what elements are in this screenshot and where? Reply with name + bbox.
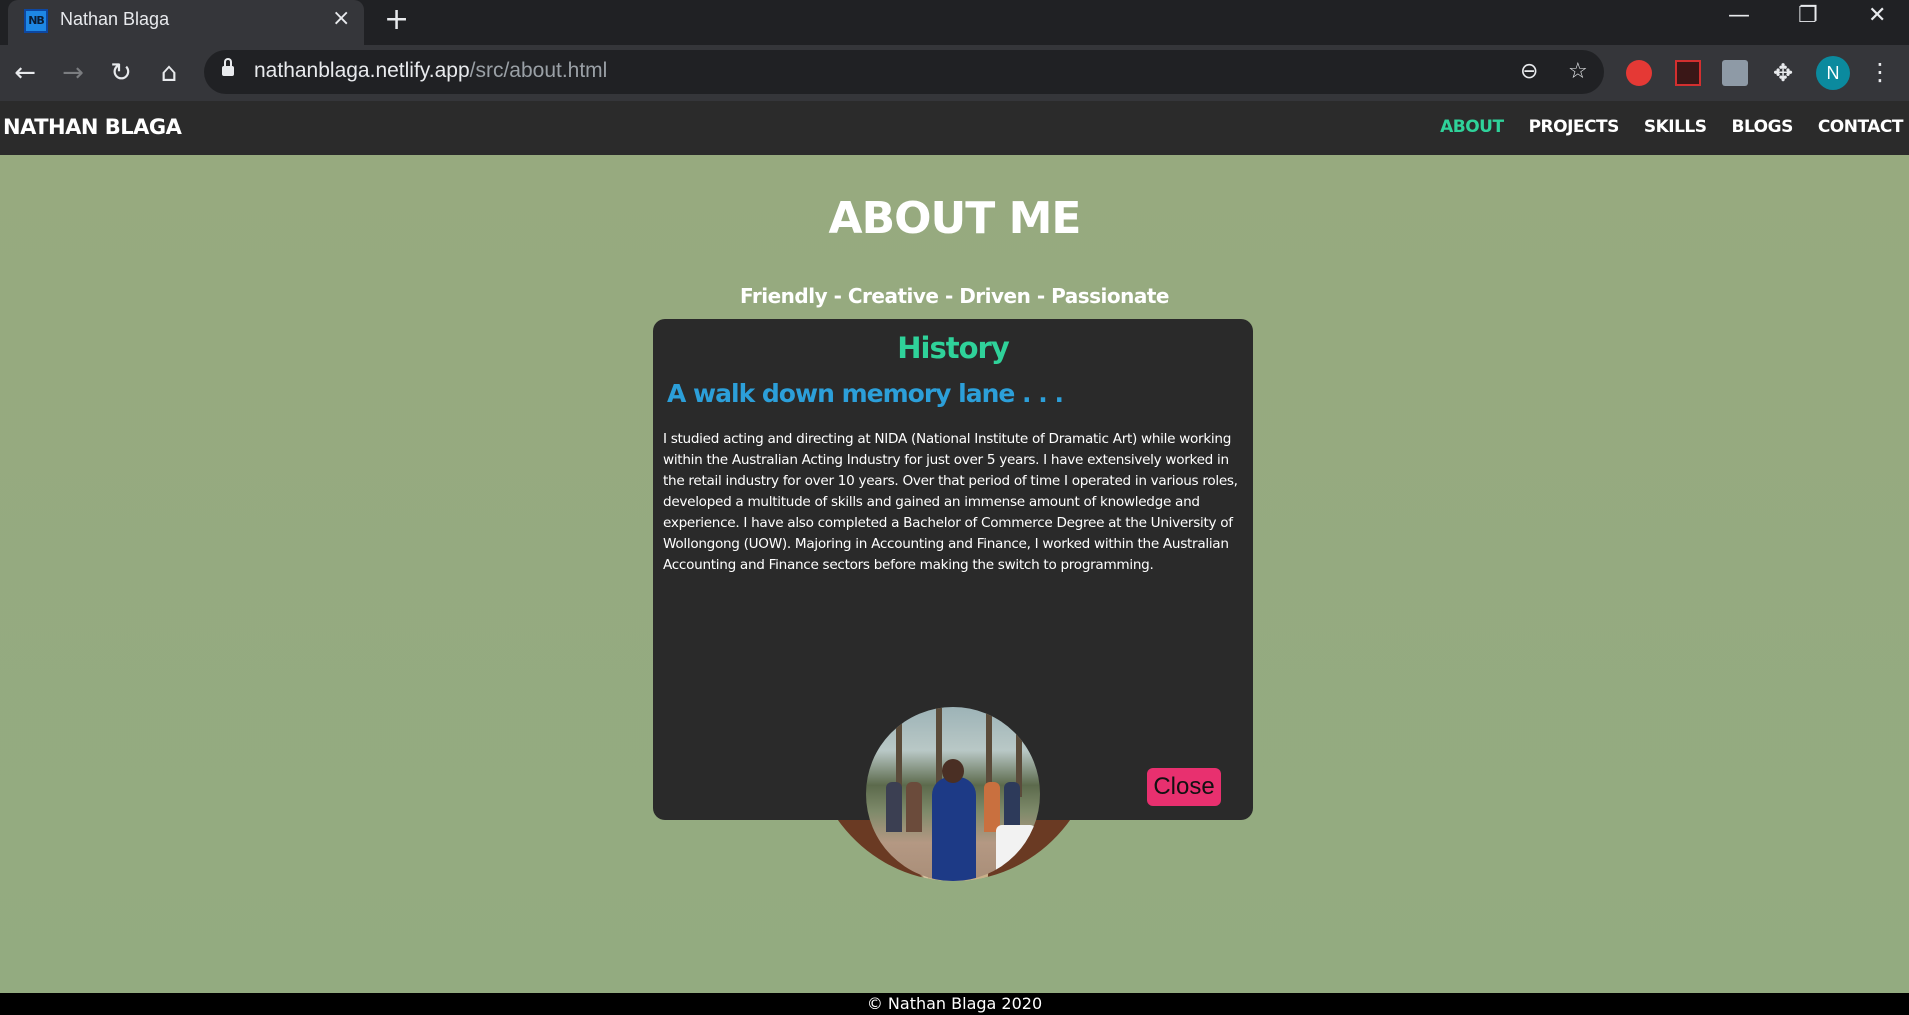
adblock-extension-icon[interactable] — [1626, 60, 1652, 86]
zoom-icon[interactable]: ⊖ — [1520, 59, 1538, 85]
modal-subtitle: A walk down memory lane . . . — [667, 379, 1064, 408]
graduation-photo — [866, 707, 1040, 881]
bookmark-star-icon[interactable]: ☆ — [1568, 59, 1588, 85]
history-modal: History A walk down memory lane . . . I … — [653, 319, 1253, 881]
reload-icon[interactable]: ↻ — [104, 56, 138, 90]
lock-icon[interactable] — [222, 58, 234, 77]
site-nav-links: ABOUT PROJECTS SKILLS BLOGS CONTACT — [1440, 117, 1903, 137]
address-bar[interactable]: nathanblaga.netlify.app/src/about.html ⊖… — [204, 50, 1604, 94]
site-favicon-icon: NB — [24, 9, 48, 33]
nav-link-blogs[interactable]: BLOGS — [1731, 117, 1793, 137]
page-title: ABOUT ME — [828, 193, 1082, 244]
window-close-icon[interactable]: ✕ — [1868, 2, 1886, 30]
browser-toolbar: ← → ↻ ⌂ nathanblaga.netlify.app/src/abou… — [0, 45, 1909, 101]
restore-icon[interactable]: ❐ — [1798, 2, 1818, 30]
modal-title: History — [897, 331, 1009, 365]
back-icon[interactable]: ← — [8, 56, 42, 90]
nav-link-about[interactable]: ABOUT — [1440, 117, 1504, 137]
nav-link-skills[interactable]: SKILLS — [1644, 117, 1707, 137]
site-navbar: NATHAN BLAGA ABOUT PROJECTS SKILLS BLOGS… — [0, 101, 1909, 155]
print-extension-icon[interactable] — [1722, 60, 1748, 86]
url-path: /src/about.html — [469, 59, 608, 82]
nav-link-contact[interactable]: CONTACT — [1818, 117, 1904, 137]
tab-title: Nathan Blaga — [60, 9, 170, 29]
forward-icon[interactable]: → — [56, 56, 90, 90]
web-page: NATHAN BLAGA ABOUT PROJECTS SKILLS BLOGS… — [0, 101, 1909, 1015]
profile-avatar[interactable]: N — [1816, 56, 1850, 90]
new-tab-icon[interactable]: + — [384, 4, 409, 36]
pdf-extension-icon[interactable] — [1675, 60, 1701, 86]
extensions-puzzle-icon[interactable]: ✥ — [1770, 60, 1796, 86]
site-footer: © Nathan Blaga 2020 — [0, 993, 1909, 1015]
browser-tab[interactable]: NB Nathan Blaga × — [8, 0, 364, 45]
home-icon[interactable]: ⌂ — [152, 56, 186, 90]
close-button[interactable]: Close — [1147, 768, 1221, 806]
site-brand[interactable]: NATHAN BLAGA — [3, 115, 182, 139]
tab-close-icon[interactable]: × — [332, 7, 350, 31]
modal-body-text: I studied acting and directing at NIDA (… — [663, 431, 1238, 573]
browser-tab-bar: NB Nathan Blaga × + — ❐ ✕ — [0, 0, 1909, 45]
tagline: Friendly - Creative - Driven - Passionat… — [740, 284, 1169, 308]
browser-menu-icon[interactable]: ⋮ — [1868, 55, 1892, 89]
url-host: nathanblaga.netlify.app — [254, 59, 470, 82]
nav-link-projects[interactable]: PROJECTS — [1529, 117, 1620, 137]
url-text[interactable]: nathanblaga.netlify.app/src/about.html — [254, 59, 607, 83]
minimize-icon[interactable]: — — [1728, 2, 1750, 30]
